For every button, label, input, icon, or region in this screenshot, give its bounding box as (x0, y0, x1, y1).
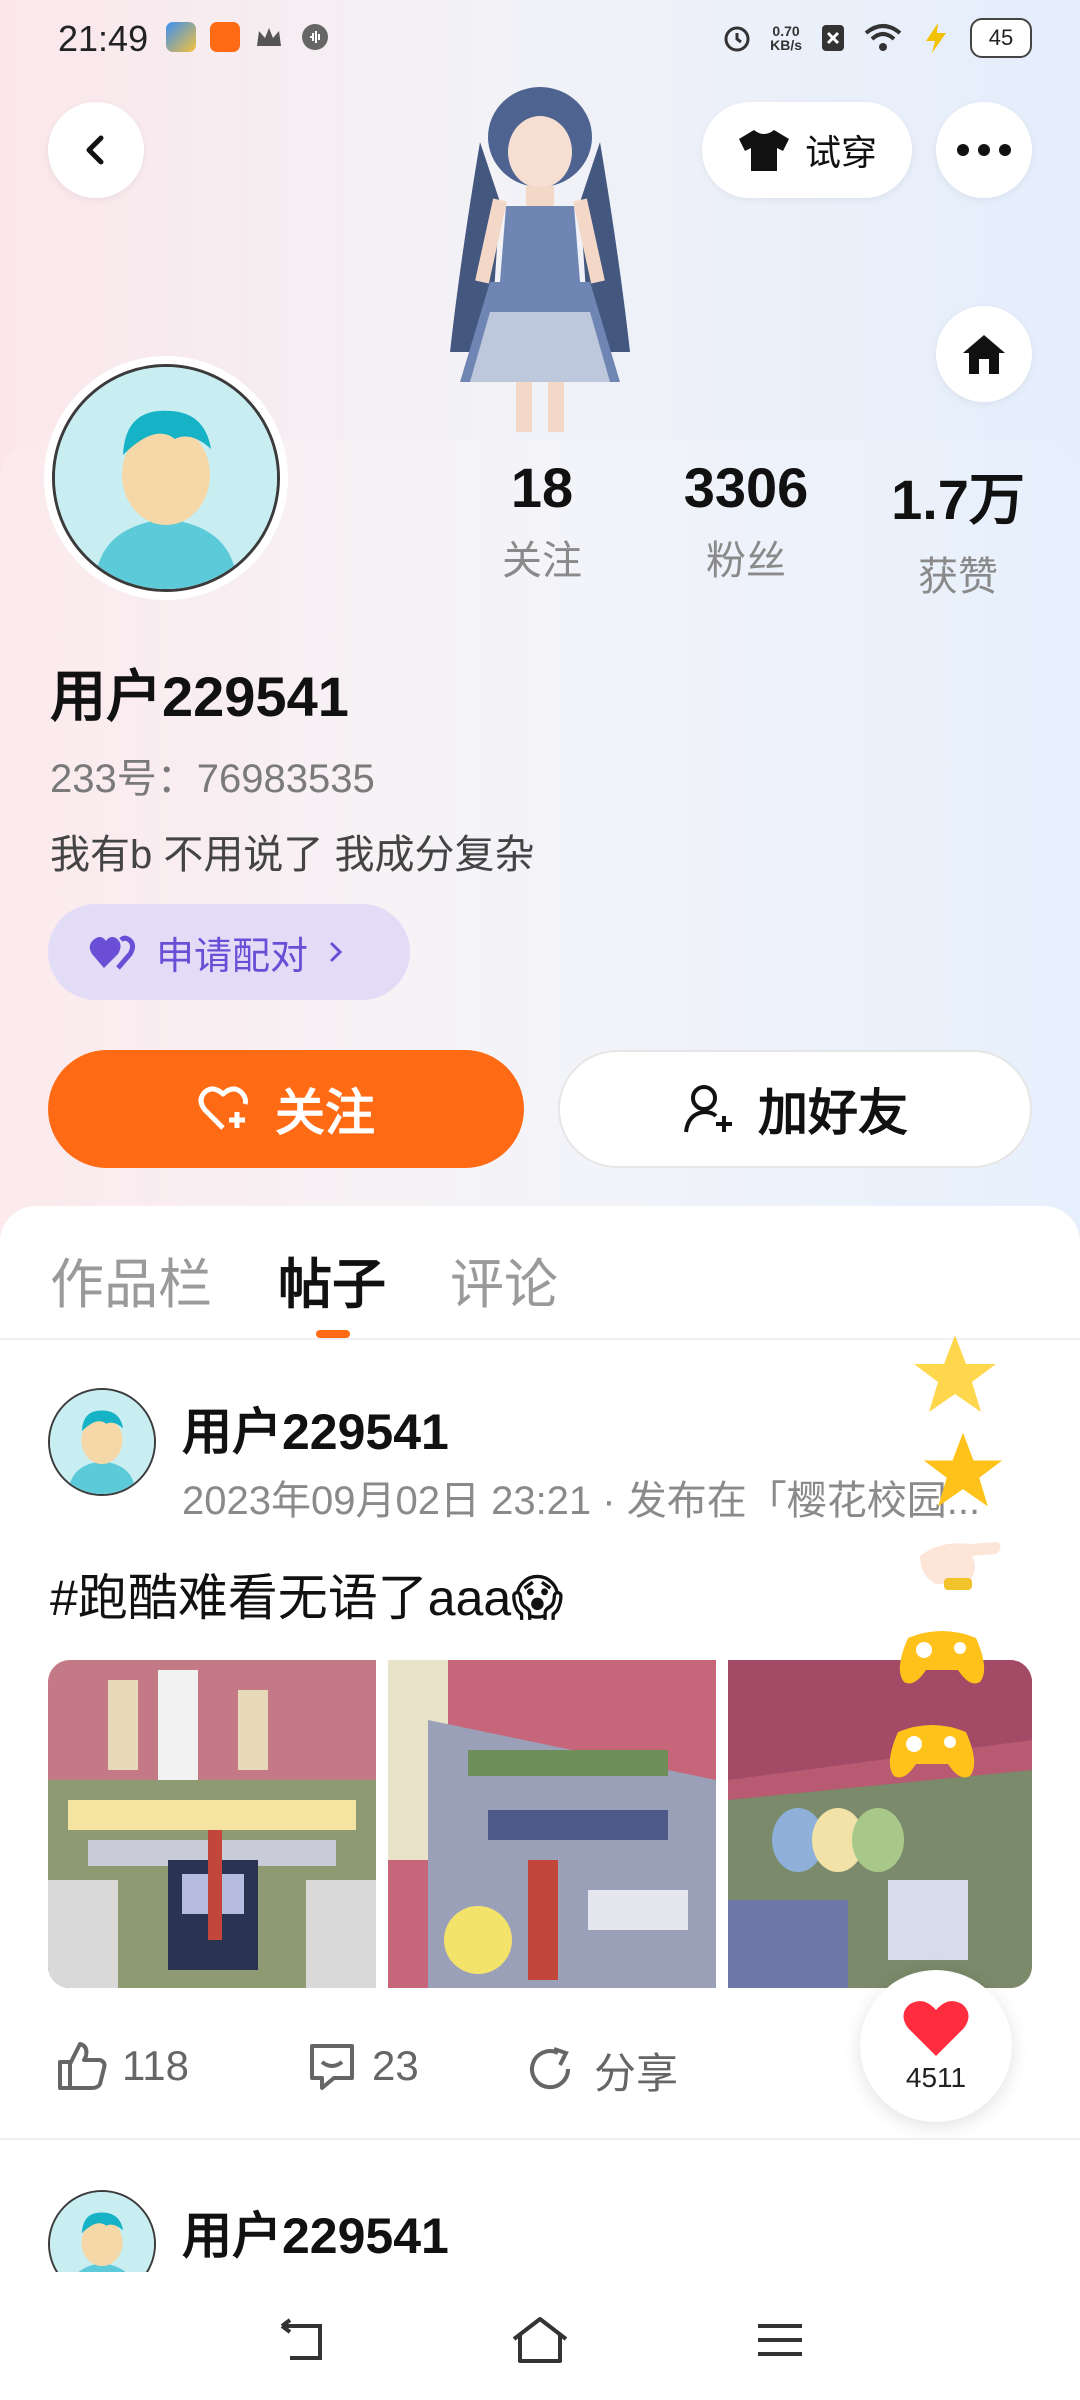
star-decoration (923, 1432, 1003, 1507)
stat-followers[interactable]: 3306 粉丝 (636, 455, 856, 586)
star-decoration (914, 1335, 996, 1412)
more-horizontal-icon (957, 144, 1011, 156)
floating-like-count: 4511 (905, 2062, 967, 2093)
app-notification-icon (210, 22, 240, 52)
more-button[interactable] (936, 102, 1032, 198)
home-nav-icon (512, 2317, 568, 2363)
home-button[interactable] (936, 306, 1032, 402)
like-count: 118 (122, 2042, 189, 2089)
tab-works[interactable]: 作品栏 (50, 1240, 212, 1319)
post-image[interactable] (388, 1660, 716, 1988)
tab-posts[interactable]: 帖子 (278, 1240, 386, 1319)
post-author-name[interactable]: 用户229541 (182, 1392, 449, 1464)
thumbs-up-icon (58, 2042, 107, 2090)
request-pair-button[interactable]: 申请配对 (48, 904, 410, 1000)
tshirt-icon (738, 130, 789, 171)
home-icon (963, 335, 1005, 374)
menu-nav-icon (758, 2324, 802, 2356)
crown-icon (257, 28, 281, 46)
share-icon (530, 2046, 571, 2089)
stat-label: 关注 (502, 539, 582, 583)
gamepad-decoration (889, 1725, 975, 1778)
chevron-left-icon (86, 135, 104, 165)
hand-decoration (920, 1542, 1001, 1590)
profile-id: 233号：76983535 (50, 757, 375, 801)
post-text[interactable]: #跑酷难看无语了aaa😱 (50, 1558, 563, 1630)
app-notification-icon (166, 22, 196, 52)
chevron-right-icon (330, 942, 343, 962)
comment-action[interactable]: 23 (306, 2040, 419, 2092)
stat-likes[interactable]: 1.7万 获赞 (848, 455, 1068, 602)
stat-label: 获赞 (918, 555, 998, 599)
system-nav-bar (0, 2272, 1080, 2400)
sound-app-icon (302, 24, 328, 50)
double-heart-icon (89, 935, 136, 970)
status-bar: 21:49 0.70 KB/s 45 (0, 0, 1080, 80)
share-action[interactable]: 分享 (528, 2040, 678, 2101)
stat-value: 3306 (683, 456, 809, 519)
comment-icon (310, 2044, 354, 2090)
post-image[interactable] (48, 1660, 376, 1988)
add-user-icon (684, 1085, 732, 1133)
battery-indicator: 45 (970, 18, 1032, 58)
post-author-avatar[interactable] (48, 1388, 156, 1496)
post-separator (0, 2138, 1080, 2140)
stat-following[interactable]: 18 关注 (432, 455, 652, 586)
post-image[interactable] (728, 1660, 1032, 1988)
charging-icon (926, 23, 946, 53)
share-label: 分享 (594, 2050, 679, 2097)
nav-home-button[interactable] (510, 2312, 570, 2368)
like-action[interactable]: 118 (56, 2040, 189, 2092)
nav-menu-button[interactable] (750, 2312, 810, 2368)
heart-plus-icon (198, 1086, 248, 1130)
default-avatar-icon (55, 367, 277, 589)
active-tab-indicator (316, 1330, 350, 1338)
profile-bio: 我有b 不用说了 我成分复杂 (50, 833, 535, 877)
default-avatar-icon (50, 1390, 154, 1494)
post-author-name[interactable]: 用户229541 (182, 2196, 449, 2268)
comment-count: 23 (372, 2042, 419, 2089)
follow-label: 关注 (275, 1085, 375, 1141)
stat-value: 1.7万 (891, 468, 1025, 531)
stat-value: 18 (510, 456, 574, 519)
network-speed: 0.70 KB/s (770, 23, 802, 53)
back-nav-icon (280, 2318, 322, 2360)
add-friend-button[interactable]: 加好友 (558, 1050, 1032, 1168)
floating-like-button[interactable]: 4511 (860, 1970, 1012, 2122)
alarm-icon (724, 26, 750, 52)
wifi-icon (864, 24, 902, 51)
add-friend-label: 加好友 (758, 1085, 908, 1141)
back-button[interactable] (48, 102, 144, 198)
heart-icon (903, 2001, 969, 2056)
profile-username: 用户229541 (50, 665, 349, 728)
gamepad-decoration (899, 1631, 985, 1684)
try-on-button[interactable]: 试穿 (702, 102, 912, 198)
tab-comments[interactable]: 评论 (450, 1240, 558, 1319)
nav-back-button[interactable] (272, 2312, 332, 2368)
profile-avatar[interactable] (52, 364, 280, 592)
sim-off-icon (822, 25, 844, 51)
stat-label: 粉丝 (706, 539, 786, 583)
status-time: 21:49 (58, 18, 149, 59)
request-pair-label: 申请配对 (156, 935, 309, 978)
follow-button[interactable]: 关注 (48, 1050, 524, 1168)
3d-avatar-character (450, 87, 630, 432)
try-on-label: 试穿 (804, 132, 877, 173)
